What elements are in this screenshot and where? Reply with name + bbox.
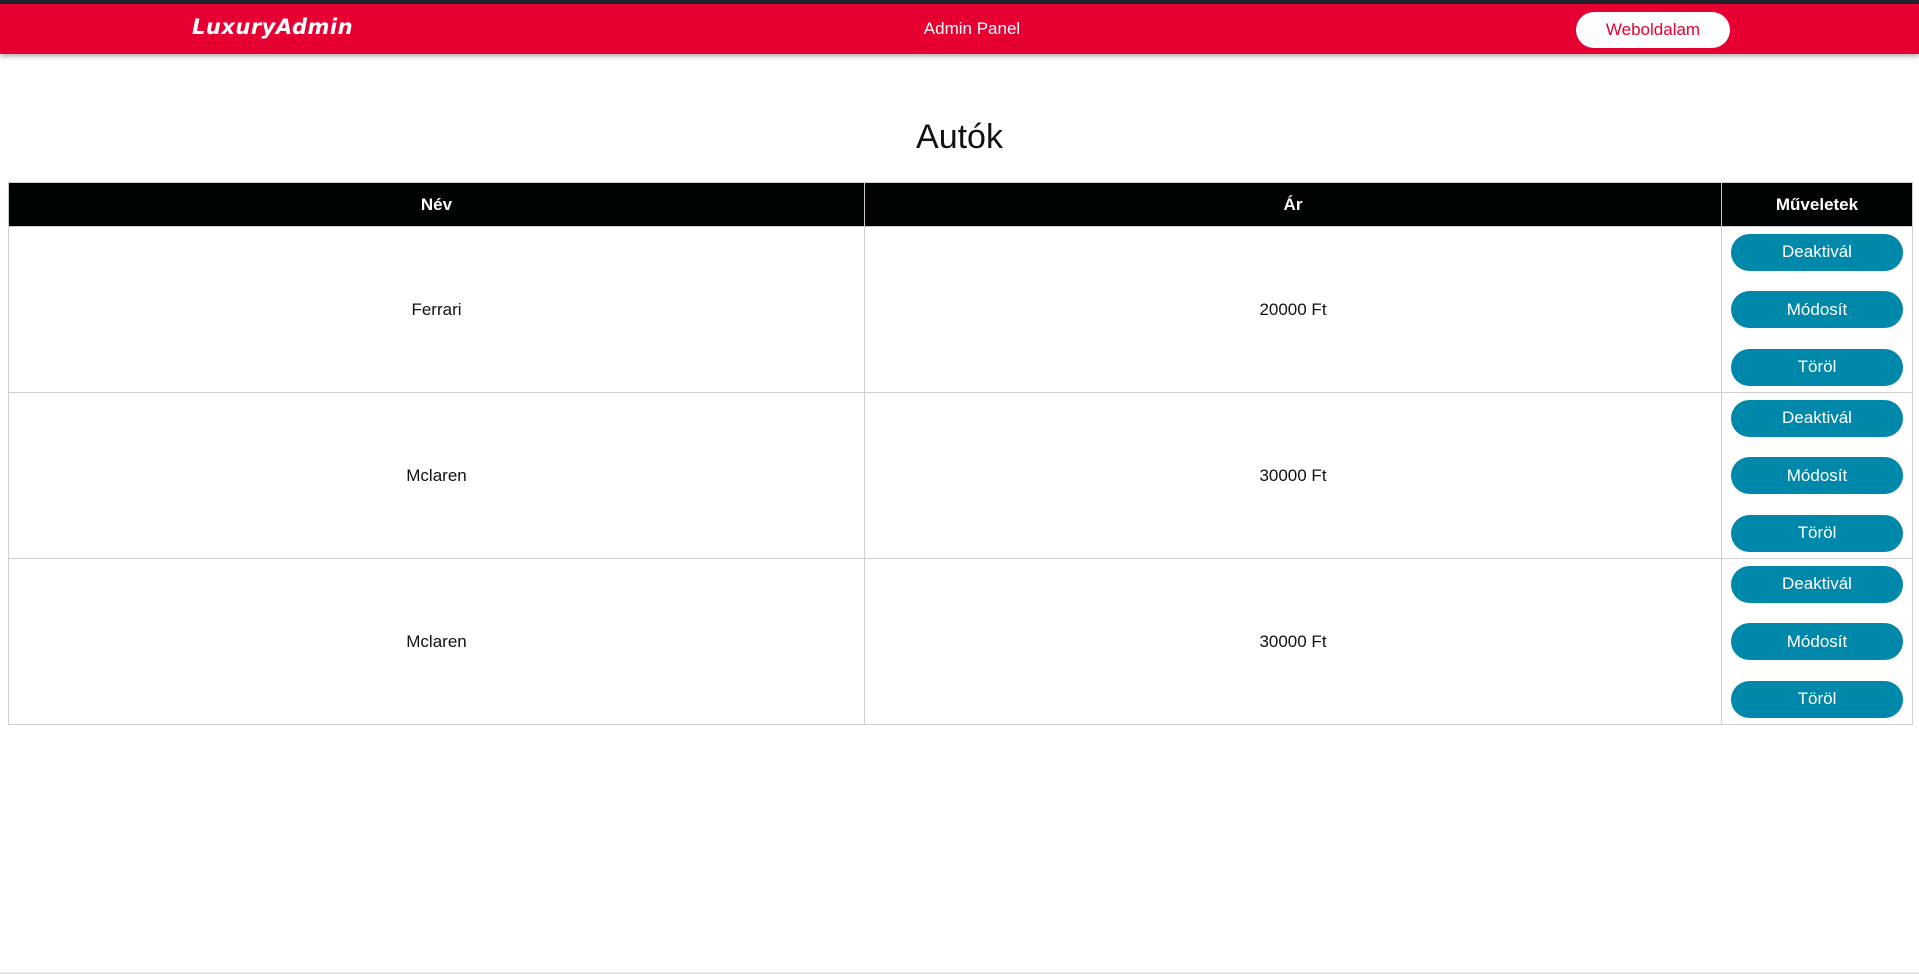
page-title: Autók	[916, 118, 1003, 156]
car-name-cell: Mclaren	[8, 558, 865, 725]
delete-button[interactable]: Töröl	[1731, 514, 1903, 552]
car-price-cell: 30000 Ft	[864, 558, 1722, 725]
column-header-price: Ár	[864, 182, 1722, 227]
table-row: Ferrari 20000 Ft Deaktivál Módosít Töröl	[8, 226, 1913, 393]
cars-table: Név Ár Műveletek Ferrari 20000 Ft Deakti…	[8, 182, 1913, 725]
actions-cell: Deaktivál Módosít Töröl	[1721, 226, 1913, 393]
my-website-button[interactable]: Weboldalam	[1576, 12, 1730, 48]
edit-button[interactable]: Módosít	[1731, 457, 1903, 494]
table-header-row: Név Ár Műveletek	[8, 182, 1913, 227]
edit-button[interactable]: Módosít	[1731, 291, 1903, 328]
table-row: Mclaren 30000 Ft Deaktivál Módosít Töröl	[8, 392, 1913, 559]
delete-button[interactable]: Töröl	[1731, 348, 1903, 386]
car-name-cell: Ferrari	[8, 226, 865, 393]
brand-logo[interactable]: LuxuryAdmin	[192, 15, 353, 39]
action-buttons: Deaktivál Módosít Töröl	[1722, 394, 1912, 558]
edit-button[interactable]: Módosít	[1731, 623, 1903, 660]
column-header-name: Név	[8, 182, 865, 227]
page: LuxuryAdmin Admin Panel Weboldalam Autók…	[0, 0, 1919, 974]
action-buttons: Deaktivál Módosít Töröl	[1722, 228, 1912, 392]
nav-title-text: Admin Panel	[923, 19, 1021, 38]
delete-button[interactable]: Töröl	[1731, 680, 1903, 718]
car-price-cell: 30000 Ft	[864, 392, 1722, 559]
actions-cell: Deaktivál Módosít Töröl	[1721, 558, 1913, 725]
action-buttons: Deaktivál Módosít Töröl	[1722, 560, 1912, 724]
deactivate-button[interactable]: Deaktivál	[1731, 233, 1903, 271]
column-header-actions: Műveletek	[1721, 182, 1913, 227]
navbar: LuxuryAdmin Admin Panel Weboldalam	[0, 4, 1919, 54]
deactivate-button[interactable]: Deaktivál	[1731, 399, 1903, 437]
actions-cell: Deaktivál Módosít Töröl	[1721, 392, 1913, 559]
car-name-cell: Mclaren	[8, 392, 865, 559]
deactivate-button[interactable]: Deaktivál	[1731, 565, 1903, 603]
car-price-cell: 20000 Ft	[864, 226, 1722, 393]
table-row: Mclaren 30000 Ft Deaktivál Módosít Töröl	[8, 558, 1913, 725]
